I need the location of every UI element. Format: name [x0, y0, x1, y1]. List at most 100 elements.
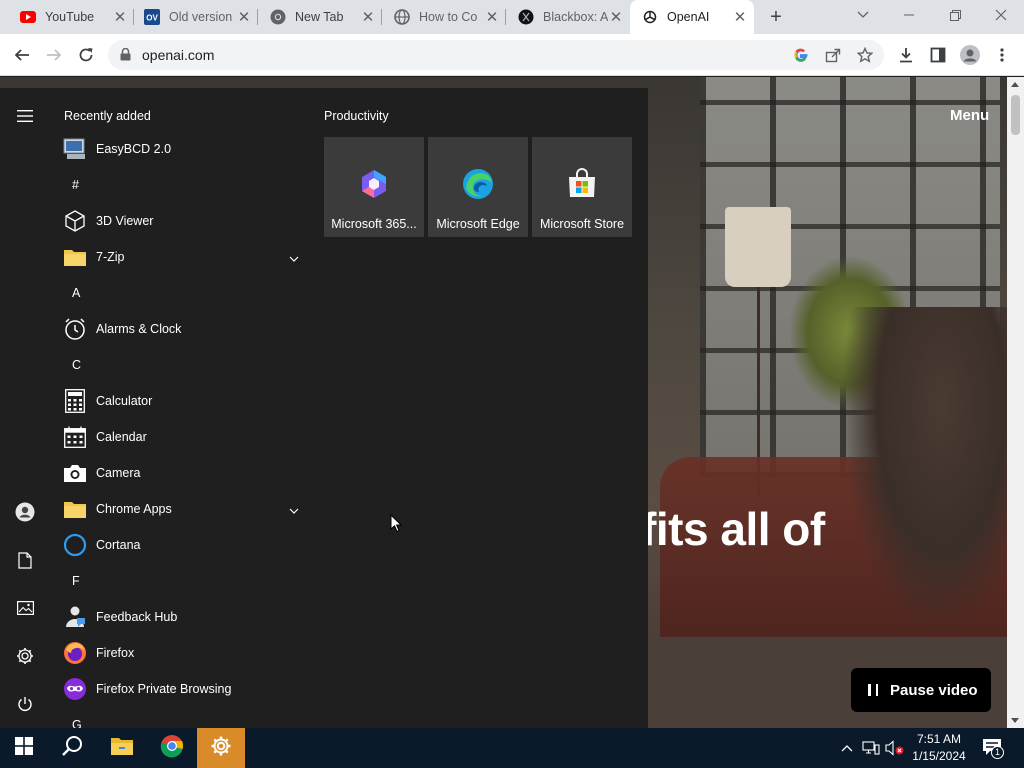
user-account-icon[interactable]: [13, 500, 37, 524]
letter-label: F: [72, 574, 80, 588]
documents-icon[interactable]: [13, 548, 37, 572]
start-button[interactable]: [0, 728, 48, 768]
letter-header-f[interactable]: F: [50, 563, 308, 599]
reload-icon[interactable]: [72, 42, 100, 68]
hamburger-menu-icon[interactable]: [13, 104, 37, 128]
windows-logo-icon: [15, 736, 33, 760]
close-tab-icon[interactable]: ✕: [608, 9, 624, 26]
network-icon[interactable]: [860, 728, 882, 768]
easybcd-icon: [63, 137, 87, 161]
scroll-up-arrow-icon[interactable]: [1011, 82, 1019, 87]
firefox-icon: [63, 641, 87, 665]
app-label: 3D Viewer: [96, 214, 154, 228]
app-label: Feedback Hub: [96, 610, 178, 624]
address-bar[interactable]: openai.com: [108, 40, 884, 70]
letter-label: G: [72, 718, 82, 728]
file-explorer-button[interactable]: [98, 728, 146, 768]
cortana-icon: [63, 533, 87, 557]
chrome-taskbar-button[interactable]: [148, 728, 196, 768]
notification-icon: 1: [982, 738, 1004, 759]
letter-header-hash[interactable]: #: [50, 167, 308, 203]
tab-how-to[interactable]: How to Co ✕: [382, 0, 506, 34]
chrome-icon: [270, 9, 286, 25]
close-tab-icon[interactable]: ✕: [360, 9, 376, 26]
tile-microsoft-store[interactable]: Microsoft Store: [532, 137, 632, 237]
search-button[interactable]: [48, 728, 96, 768]
tab-blackbox[interactable]: Blackbox: A ✕: [506, 0, 630, 34]
minimize-icon[interactable]: [886, 0, 932, 30]
close-tab-icon[interactable]: ✕: [112, 9, 128, 26]
scrollbar-thumb[interactable]: [1011, 95, 1020, 135]
tab-new-tab[interactable]: New Tab ✕: [258, 0, 382, 34]
notification-count-badge: 1: [991, 746, 1004, 759]
back-icon[interactable]: [8, 42, 36, 68]
app-list[interactable]: Recently added EasyBCD 2.0 # 3D Viewer 7…: [50, 88, 310, 728]
close-tab-icon[interactable]: ✕: [732, 9, 748, 26]
system-clock[interactable]: 7:51 AM 1/15/2024: [906, 731, 972, 765]
google-icon[interactable]: [792, 46, 810, 64]
settings-taskbar-button[interactable]: [197, 728, 245, 768]
tab-title: How to Co: [419, 10, 478, 24]
url-text: openai.com: [142, 47, 215, 63]
chevron-down-icon[interactable]: [289, 503, 299, 514]
pause-video-button[interactable]: Pause video: [851, 668, 991, 712]
pictures-icon[interactable]: [13, 596, 37, 620]
tab-search-icon[interactable]: [840, 0, 886, 30]
tab-title: Blackbox: A: [543, 10, 608, 24]
power-icon[interactable]: [13, 692, 37, 716]
page-scrollbar[interactable]: [1007, 77, 1024, 728]
calculator-icon: [63, 389, 87, 413]
app-7-zip[interactable]: 7-Zip: [50, 239, 308, 275]
app-cortana[interactable]: Cortana: [50, 527, 308, 563]
background-person: [840, 307, 1010, 637]
new-tab-button[interactable]: +: [764, 6, 788, 28]
volume-muted-icon[interactable]: [884, 728, 906, 768]
letter-header-g[interactable]: G: [50, 707, 308, 728]
close-window-icon[interactable]: [978, 0, 1024, 30]
side-panel-icon[interactable]: [924, 42, 952, 68]
bookmark-star-icon[interactable]: [856, 46, 874, 64]
show-hidden-icons-chevron-up-icon[interactable]: [838, 728, 856, 768]
lock-icon[interactable]: [120, 47, 131, 66]
tile-microsoft-365[interactable]: Microsoft 365...: [324, 137, 424, 237]
app-camera[interactable]: Camera: [50, 455, 308, 491]
tile-microsoft-edge[interactable]: Microsoft Edge: [428, 137, 528, 237]
app-easybcd[interactable]: EasyBCD 2.0: [50, 131, 308, 167]
letter-label: C: [72, 358, 82, 372]
tab-openai[interactable]: OpenAI ✕: [630, 0, 754, 34]
letter-header-a[interactable]: A: [50, 275, 308, 311]
tab-old-version[interactable]: OV Old version ✕: [134, 0, 258, 34]
svg-text:OV: OV: [146, 14, 158, 23]
profile-icon[interactable]: [956, 42, 984, 68]
page-menu-button[interactable]: Menu: [950, 107, 989, 124]
more-menu-icon[interactable]: [988, 42, 1016, 68]
edge-icon: [462, 168, 494, 200]
tab-strip: YouTube ✕ OV Old version ✕ New Tab ✕ How…: [0, 0, 1024, 34]
app-alarms-clock[interactable]: Alarms & Clock: [50, 311, 308, 347]
app-calendar[interactable]: Calendar: [50, 419, 308, 455]
app-firefox[interactable]: Firefox: [50, 635, 308, 671]
restore-icon[interactable]: [932, 0, 978, 30]
app-calculator[interactable]: Calculator: [50, 383, 308, 419]
download-icon[interactable]: [892, 42, 920, 68]
tab-youtube[interactable]: YouTube ✕: [0, 0, 134, 34]
letter-header-c[interactable]: C: [50, 347, 308, 383]
settings-gear-icon[interactable]: [13, 644, 37, 668]
chevron-down-icon[interactable]: [289, 251, 299, 262]
close-tab-icon[interactable]: ✕: [484, 9, 500, 26]
app-feedback-hub[interactable]: Feedback Hub: [50, 599, 308, 635]
scroll-down-arrow-icon[interactable]: [1011, 718, 1019, 723]
clock-time: 7:51 AM: [916, 732, 962, 746]
background-lamp: [725, 207, 791, 287]
forward-icon[interactable]: [40, 42, 68, 68]
app-firefox-private[interactable]: Firefox Private Browsing: [50, 671, 308, 707]
app-3d-viewer[interactable]: 3D Viewer: [50, 203, 308, 239]
openai-icon: [642, 9, 658, 25]
app-label: Calendar: [96, 430, 147, 444]
action-center-button[interactable]: 1: [978, 728, 1008, 768]
app-chrome-apps[interactable]: Chrome Apps: [50, 491, 308, 527]
globe-icon: [394, 9, 410, 25]
share-icon[interactable]: [824, 46, 842, 64]
close-tab-icon[interactable]: ✕: [236, 9, 252, 26]
camera-icon: [63, 461, 87, 485]
